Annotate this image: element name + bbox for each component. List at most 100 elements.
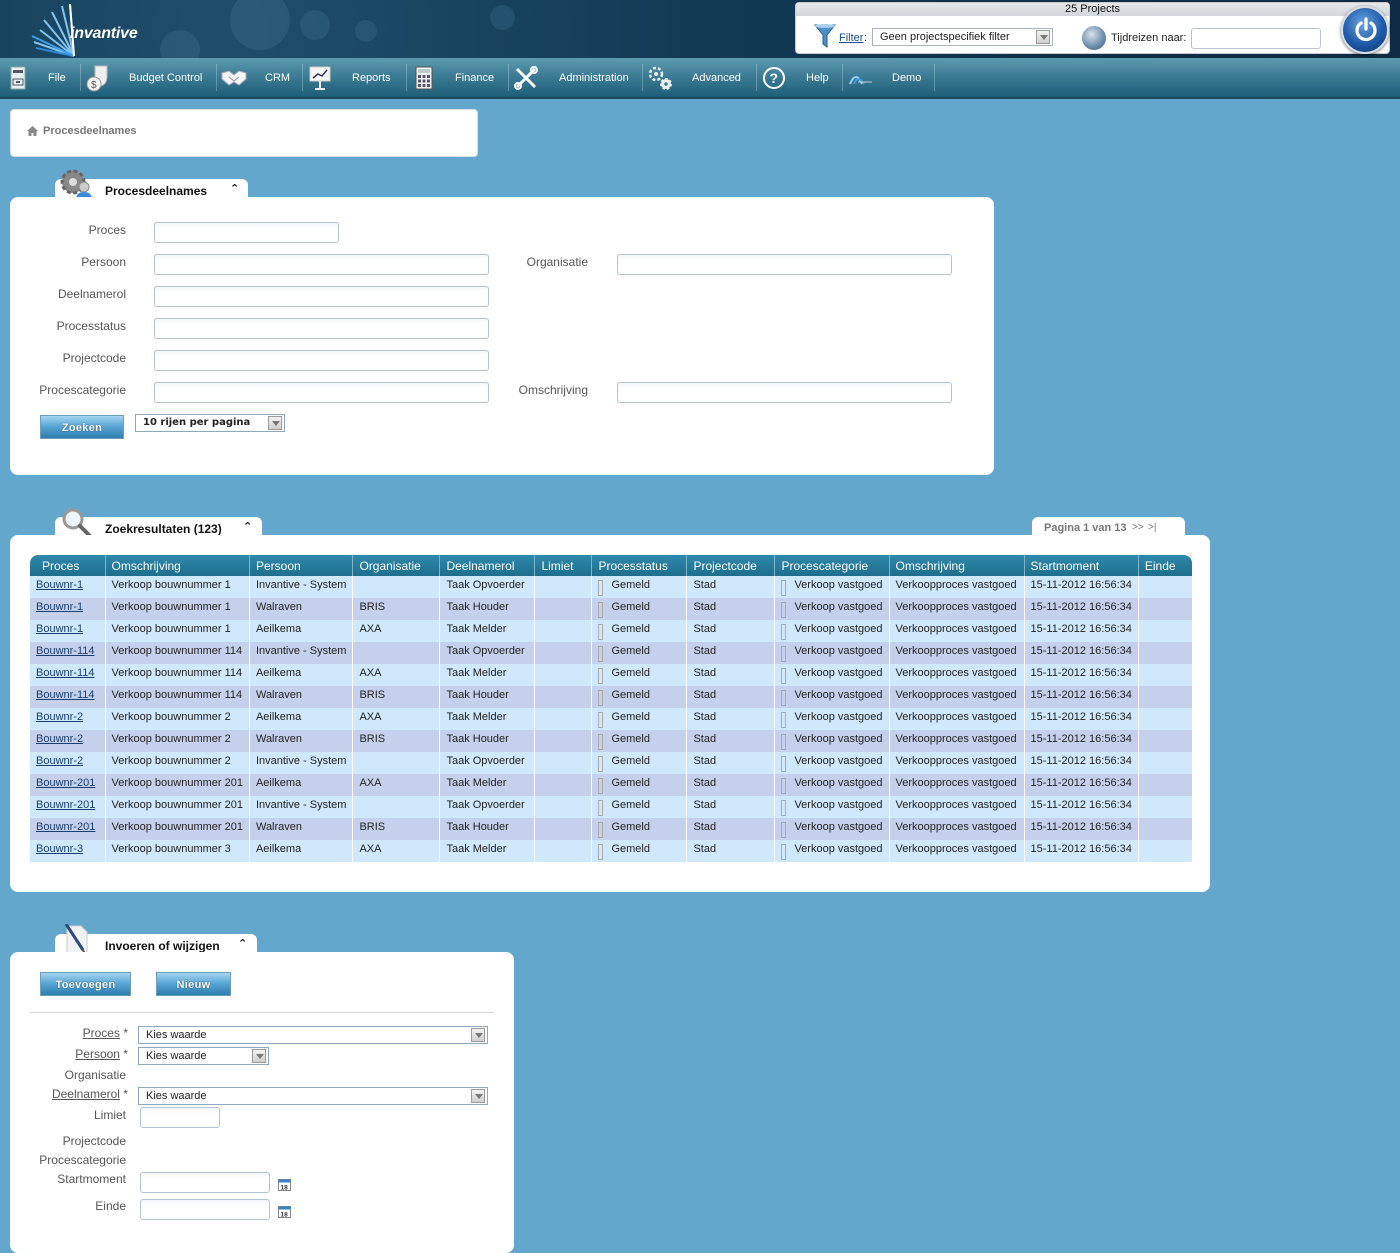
filter-icon[interactable] — [814, 23, 836, 49]
column-header-persoon[interactable]: Persoon — [249, 555, 354, 576]
new-button[interactable]: Nieuw — [156, 972, 231, 996]
deelnamerol-input[interactable] — [154, 286, 489, 307]
logout-button[interactable] — [1341, 6, 1389, 54]
column-header-procescategorie[interactable]: Procescategorie — [774, 555, 890, 576]
cell-text: Verkoop vastgoed — [794, 623, 883, 635]
menu-item-budget-control[interactable]: $ Budget Control — [84, 58, 202, 97]
proces-link[interactable]: Bouwnr-201 — [36, 799, 95, 811]
chevron-down-icon[interactable] — [252, 1049, 266, 1063]
column-header-proces[interactable]: Proces — [30, 555, 106, 576]
persoon-select[interactable]: Kies waarde — [138, 1047, 269, 1065]
proces-link[interactable]: Bouwnr-2 — [36, 755, 83, 767]
table-row[interactable]: Bouwnr-1 Verkoop bouwnummer 1 Invantive - … — [30, 576, 1193, 598]
proces-link[interactable]: Bouwnr-201 — [36, 777, 95, 789]
status-indicator-icon — [598, 668, 604, 684]
proces-select[interactable]: Kies waarde — [138, 1026, 488, 1044]
rows-per-page-select[interactable]: 10 rijen per pagina — [135, 414, 285, 432]
required-marker: * — [123, 1087, 128, 1101]
proces-link[interactable]: Bouwnr-2 — [36, 733, 83, 745]
deelnamerol-select[interactable]: Kies waarde — [138, 1087, 488, 1105]
last-page-link[interactable]: >| — [1148, 522, 1156, 533]
einde-input[interactable] — [140, 1199, 270, 1220]
chevron-down-icon[interactable] — [471, 1028, 485, 1042]
collapse-icon[interactable]: ⌃ — [243, 520, 252, 533]
time-travel-input[interactable] — [1191, 28, 1321, 49]
table-row[interactable]: Bouwnr-201 Verkoop bouwnummer 201 Invantiv… — [30, 796, 1193, 818]
table-row[interactable]: Bouwnr-114 Verkoop bouwnummer 114 Aeilkema… — [30, 664, 1193, 686]
chevron-down-icon[interactable] — [471, 1089, 485, 1103]
menu-item-demo[interactable]: Demo — [846, 58, 921, 97]
menu-item-reports[interactable]: Reports — [306, 58, 391, 97]
column-header-proces-omschrijving[interactable]: Omschrijving — [889, 555, 1025, 576]
chevron-down-icon[interactable] — [1036, 30, 1050, 44]
table-row[interactable]: Bouwnr-2 Verkoop bouwnummer 2 Aeilkema AXA T… — [30, 708, 1193, 730]
menu-item-help[interactable]: ? Help — [760, 58, 829, 97]
menu-item-advanced[interactable]: Advanced — [646, 58, 741, 97]
chevron-down-icon[interactable] — [268, 416, 282, 430]
menu-item-finance[interactable]: Finance — [410, 58, 494, 97]
invantive-logo[interactable]: invantive — [30, 2, 150, 57]
menu-item-file[interactable]: File — [4, 58, 66, 97]
column-header-limiet[interactable]: Limiet — [534, 555, 593, 576]
deelnamerol-link[interactable]: Deelnamerol — [52, 1087, 120, 1101]
startmoment-input[interactable] — [140, 1172, 270, 1193]
table-row[interactable]: Bouwnr-3 Verkoop bouwnummer 3 Aeilkema AXA T… — [30, 840, 1193, 862]
proces-link[interactable]: Bouwnr-1 — [36, 601, 83, 613]
proces-link[interactable]: Bouwnr-1 — [36, 579, 83, 591]
project-filter-select[interactable]: Geen projectspecifiek filter — [872, 28, 1053, 46]
proces-link[interactable]: Bouwnr-3 — [36, 843, 83, 855]
table-row[interactable]: Bouwnr-2 Verkoop bouwnummer 2 Walraven BRIS… — [30, 730, 1193, 752]
cell-organisatie: AXA — [352, 840, 441, 862]
time-travel-icon[interactable] — [1082, 26, 1106, 50]
table-row[interactable]: Bouwnr-201 Verkoop bouwnummer 201 Aeilkema… — [30, 774, 1193, 796]
status-indicator-icon — [598, 602, 604, 618]
organisatie-input[interactable] — [617, 254, 952, 275]
next-page-link[interactable]: >> — [1132, 522, 1144, 533]
table-row[interactable]: Bouwnr-1 Verkoop bouwnummer 1 Walraven BRIS… — [30, 598, 1193, 620]
column-header-projectcode[interactable]: Projectcode — [686, 555, 776, 576]
collapse-icon[interactable]: ⌃ — [238, 937, 247, 950]
persoon-input[interactable] — [154, 254, 489, 275]
proces-link[interactable]: Proces — [83, 1026, 120, 1040]
home-icon[interactable] — [27, 126, 38, 136]
table-row[interactable]: Bouwnr-114 Verkoop bouwnummer 114 Invantiv… — [30, 642, 1193, 664]
limiet-input[interactable] — [140, 1107, 220, 1128]
proces-link[interactable]: Bouwnr-114 — [36, 689, 95, 701]
calendar-icon[interactable]: 18 — [278, 1178, 291, 1191]
proces-input[interactable] — [154, 222, 339, 243]
status-indicator-icon — [781, 580, 787, 596]
cell-omschrijving: Verkoop bouwnummer 2 — [105, 708, 250, 730]
omschrijving-input[interactable] — [617, 382, 952, 403]
calendar-icon[interactable]: 18 — [278, 1205, 291, 1218]
proces-link[interactable]: Bouwnr-1 — [36, 623, 83, 635]
cell-text: Verkoop vastgoed — [794, 689, 883, 701]
table-row[interactable]: Bouwnr-114 Verkoop bouwnummer 114 Walraven… — [30, 686, 1193, 708]
add-button[interactable]: Toevoegen — [40, 972, 131, 996]
persoon-link[interactable]: Persoon — [75, 1047, 120, 1061]
table-row[interactable]: Bouwnr-2 Verkoop bouwnummer 2 Invantive - … — [30, 752, 1193, 774]
table-row[interactable]: Bouwnr-201 Verkoop bouwnummer 201 Walraven… — [30, 818, 1193, 840]
cell-einde — [1138, 818, 1193, 840]
persoon-select-value: Kies waarde — [146, 1050, 207, 1062]
proces-link[interactable]: Bouwnr-2 — [36, 711, 83, 723]
search-button[interactable]: Zoeken — [40, 415, 124, 439]
column-header-omschrijving[interactable]: Omschrijving — [105, 555, 250, 576]
collapse-icon[interactable]: ⌃ — [230, 182, 239, 195]
column-header-deelnamerol[interactable]: Deelnamerol — [439, 555, 536, 576]
column-header-processtatus[interactable]: Processtatus — [591, 555, 688, 576]
cell-projectcode: Stad — [686, 818, 776, 840]
procescategorie-input[interactable] — [154, 382, 489, 403]
column-header-einde[interactable]: Einde — [1138, 555, 1193, 576]
menu-item-administration[interactable]: Administration — [512, 58, 629, 97]
filter-link[interactable]: Filter — [839, 32, 863, 44]
cell-deelnamerol: Taak Houder — [439, 730, 536, 752]
column-header-organisatie[interactable]: Organisatie — [352, 555, 441, 576]
table-row[interactable]: Bouwnr-1 Verkoop bouwnummer 1 Aeilkema AXA T… — [30, 620, 1193, 642]
projectcode-input[interactable] — [154, 350, 489, 371]
column-header-startmoment[interactable]: Startmoment — [1024, 555, 1139, 576]
proces-link[interactable]: Bouwnr-201 — [36, 821, 95, 833]
proces-link[interactable]: Bouwnr-114 — [36, 667, 95, 679]
processtatus-input[interactable] — [154, 318, 489, 339]
menu-item-crm[interactable]: CRM — [220, 58, 290, 97]
proces-link[interactable]: Bouwnr-114 — [36, 645, 95, 657]
